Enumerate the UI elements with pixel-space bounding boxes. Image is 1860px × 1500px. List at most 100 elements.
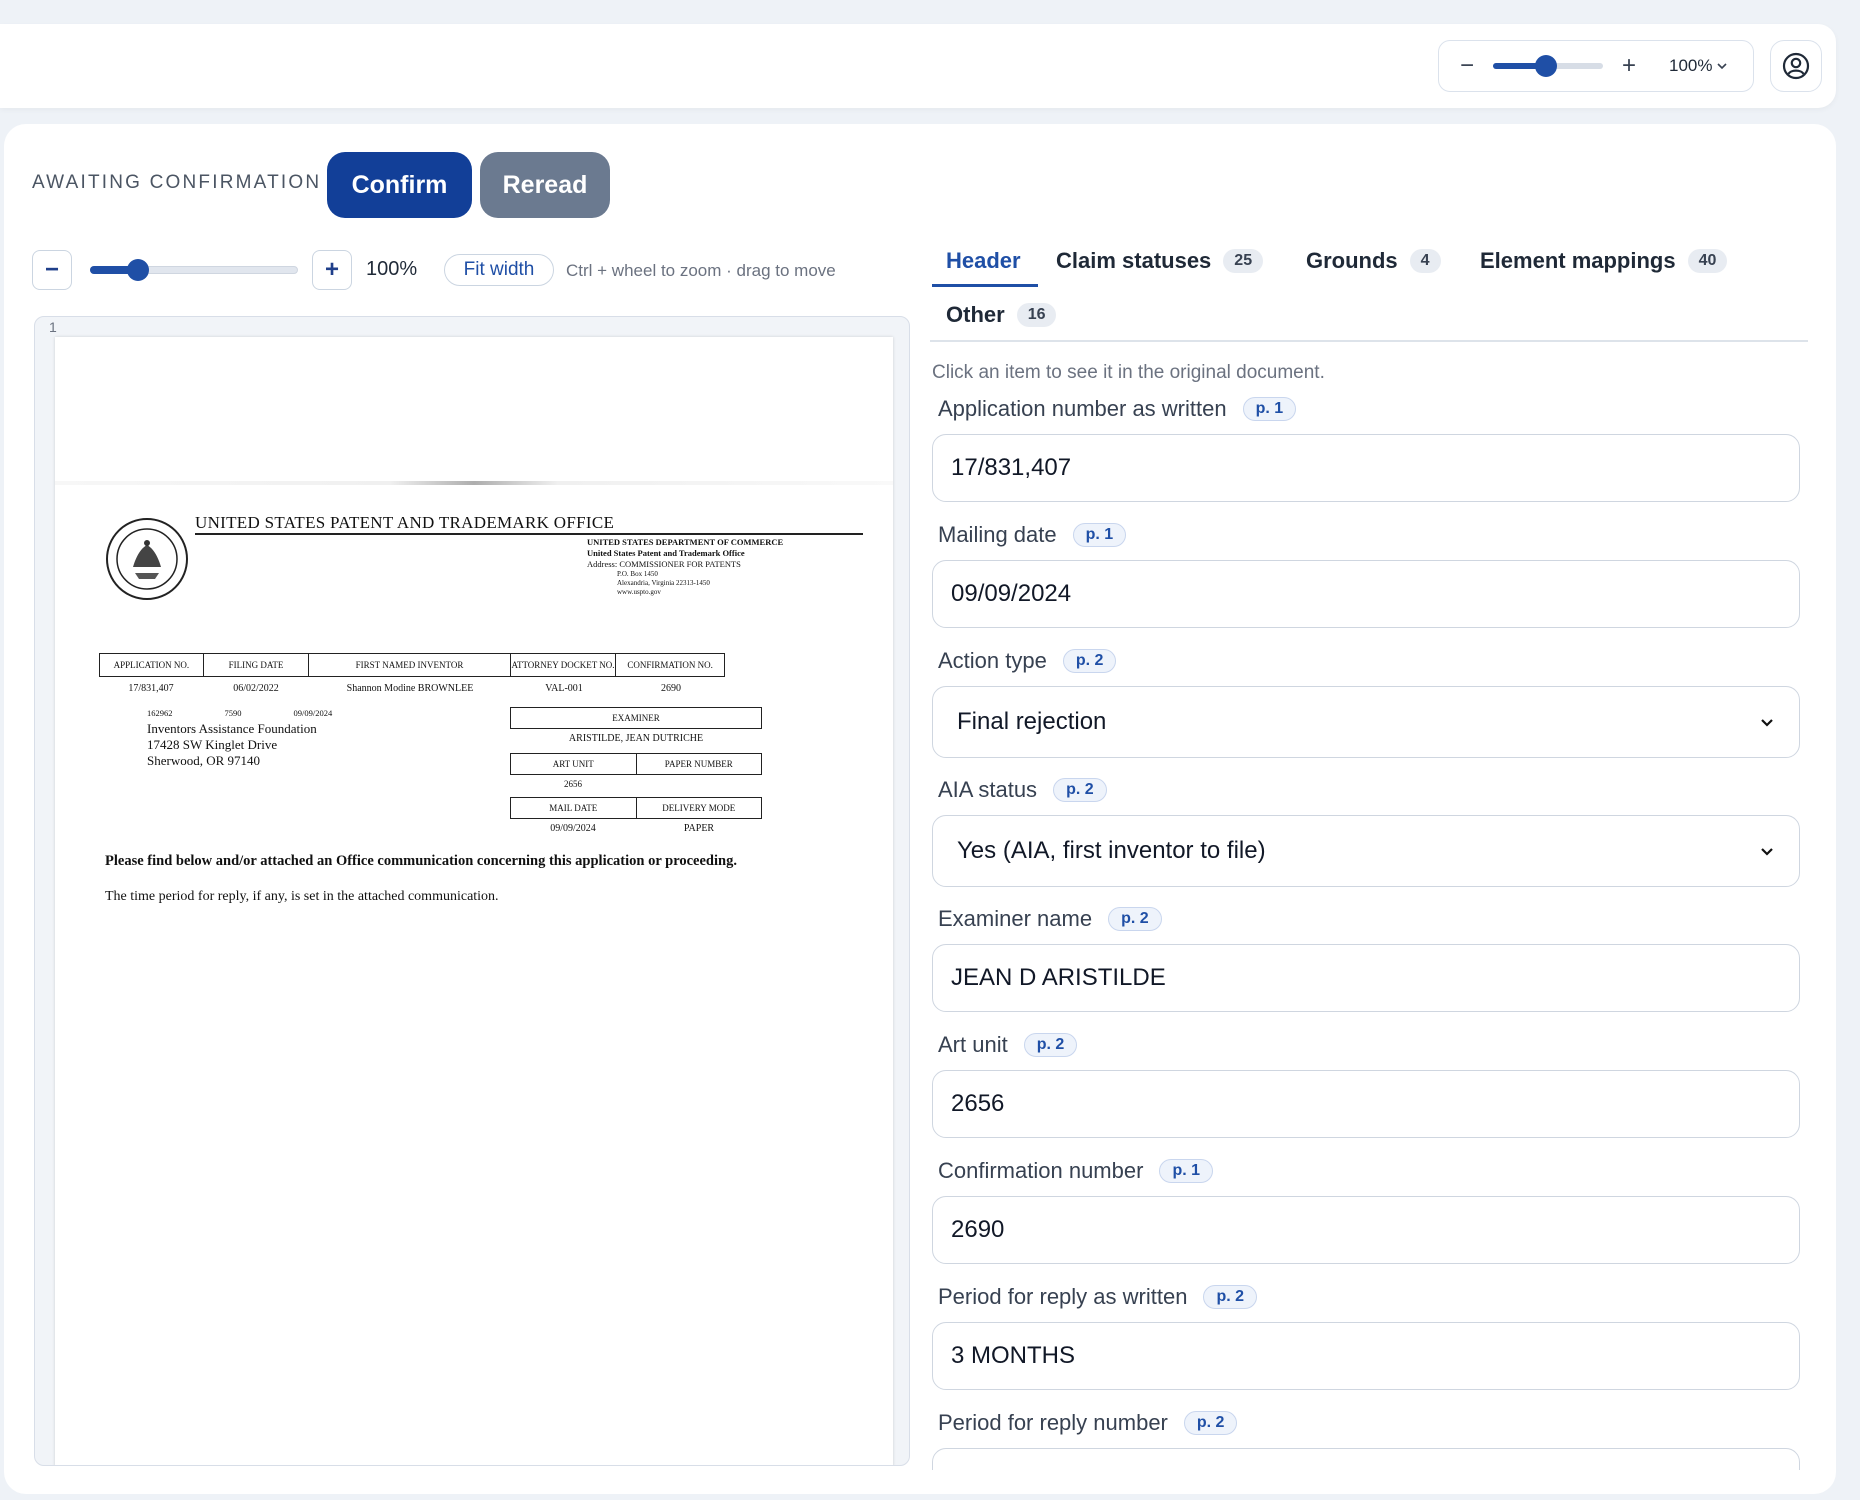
tab-other[interactable]: Other 16 — [946, 302, 1057, 328]
page-ref-badge[interactable]: p. 2 — [1108, 907, 1162, 931]
page-ref-badge[interactable]: p. 2 — [1203, 1285, 1257, 1309]
field-label-text: Confirmation number — [938, 1158, 1144, 1183]
field-label-text: Art unit — [938, 1032, 1008, 1057]
confirmation-number-input[interactable] — [932, 1196, 1800, 1264]
document-viewer[interactable]: 1 UNITED STATES PATENT AND TRADEMARK OFF… — [34, 316, 910, 1466]
tab-label: Grounds — [1306, 248, 1398, 273]
field-label: Period for reply number p. 2 — [938, 1410, 1238, 1436]
art-unit-input[interactable] — [932, 1070, 1800, 1138]
tabs-divider — [930, 340, 1808, 342]
mail-date-value: 09/09/2024 — [550, 823, 596, 834]
examiner-name-input[interactable] — [932, 944, 1800, 1012]
form-hint: Click an item to see it in the original … — [932, 362, 1325, 383]
page-ref-badge[interactable]: p. 2 — [1053, 778, 1107, 802]
field-label: AIA status p. 2 — [938, 777, 1107, 803]
field-label: Mailing date p. 1 — [938, 522, 1127, 548]
action-type-select[interactable]: Final rejection — [932, 686, 1800, 758]
correspondence-address: 162962 7590 09/09/2024 Inventors Assista… — [147, 705, 332, 769]
col-value: Shannon Modine BROWNLEE — [346, 683, 474, 694]
page-ref-badge[interactable]: p. 1 — [1242, 397, 1297, 421]
page-ref-badge[interactable]: p. 1 — [1159, 1159, 1213, 1183]
title-rule — [195, 533, 863, 535]
field-label: Examiner name p. 2 — [938, 906, 1162, 932]
tab-element-mappings[interactable]: Element mappings 40 — [1480, 248, 1728, 274]
global-zoom-out-button[interactable]: − — [1453, 52, 1481, 80]
address-line: 17428 SW Kinglet Drive — [147, 737, 278, 752]
aia-status-select[interactable]: Yes (AIA, first inventor to file) — [932, 815, 1800, 887]
field-label: Confirmation number p. 1 — [938, 1158, 1213, 1184]
address-code: 09/09/2024 — [293, 708, 333, 718]
global-zoom-in-button[interactable]: + — [1615, 52, 1643, 80]
chevron-down-icon — [1717, 63, 1728, 70]
tab-count-badge: 25 — [1223, 249, 1264, 273]
tab-header[interactable]: Header — [946, 248, 1021, 274]
selected-value: Final rejection — [957, 708, 1107, 735]
global-zoom-slider-handle[interactable] — [1535, 55, 1557, 77]
col-header: FILING DATE — [204, 654, 310, 676]
dept-line: Alexandria, Virginia 22313-1450 — [617, 579, 710, 587]
col-value: 06/02/2022 — [233, 683, 279, 694]
mail-date-box: MAIL DATE DELIVERY MODE — [510, 797, 762, 819]
dept-line: United States Patent and Trademark Offic… — [587, 548, 745, 558]
viewer-zoom-slider[interactable] — [90, 250, 298, 290]
header-fields-form: Application number as written p. 1 Maili… — [930, 396, 1810, 1470]
mail-date-label: MAIL DATE — [511, 798, 637, 818]
page-ref-badge[interactable]: p. 1 — [1072, 523, 1127, 547]
address-code: 7590 — [224, 708, 242, 718]
delivery-mode-label: DELIVERY MODE — [662, 803, 736, 813]
viewer-zoom-slider-handle[interactable] — [127, 259, 149, 281]
application-number-input[interactable] — [932, 434, 1800, 502]
office-communication-notice: Please find below and/or attached an Off… — [105, 853, 737, 869]
reread-button[interactable]: Reread — [480, 152, 610, 218]
viewer-zoom-in-button[interactable]: + — [312, 250, 352, 290]
account-button[interactable] — [1770, 40, 1822, 92]
tab-label: Claim statuses — [1056, 248, 1212, 273]
active-tab-indicator — [932, 284, 1038, 287]
field-label: Period for reply as written p. 2 — [938, 1284, 1257, 1310]
fit-width-button[interactable]: Fit width — [444, 254, 554, 286]
col-value: 17/831,407 — [128, 683, 174, 694]
viewer-hint: Ctrl + wheel to zoom · drag to move — [566, 261, 836, 280]
dept-line: P.O. Box 1450 — [617, 570, 658, 578]
viewer-zoom-out-button[interactable]: − — [32, 250, 72, 290]
global-zoom-control: − + 100% — [1438, 40, 1754, 92]
col-header: APPLICATION NO. — [100, 654, 204, 676]
mailing-date-input[interactable] — [932, 560, 1800, 628]
field-label-text: Action type — [938, 648, 1047, 673]
tab-label: Header — [946, 248, 1021, 273]
tab-count-badge: 16 — [1016, 303, 1057, 327]
field-label-text: Period for reply as written — [938, 1284, 1188, 1309]
dept-line: UNITED STATES DEPARTMENT OF COMMERCE — [587, 537, 784, 547]
field-label-text: AIA status — [938, 777, 1038, 802]
field-label: Art unit p. 2 — [938, 1032, 1078, 1058]
period-for-reply-number-input[interactable] — [932, 1448, 1800, 1470]
field-label: Application number as written p. 1 — [938, 396, 1297, 422]
chevron-down-icon — [1761, 848, 1773, 856]
tab-label: Other — [946, 302, 1005, 327]
global-zoom-level: 100% — [1669, 56, 1713, 75]
uspto-seal-icon — [106, 518, 188, 600]
page-ref-badge[interactable]: p. 2 — [1183, 1411, 1238, 1435]
field-label: Action type p. 2 — [938, 648, 1117, 674]
tab-claim-statuses[interactable]: Claim statuses 25 — [1056, 248, 1264, 274]
col-value: 2690 — [661, 683, 681, 694]
confirm-button[interactable]: Confirm — [327, 152, 472, 218]
viewer-zoom-level: 100% — [366, 258, 418, 280]
field-label-text: Examiner name — [938, 906, 1093, 931]
tab-count-badge: 40 — [1687, 249, 1728, 273]
col-value: VAL-001 — [545, 683, 583, 694]
tab-count-badge: 4 — [1409, 249, 1441, 273]
field-label-text: Period for reply number — [938, 1410, 1168, 1435]
address-line: Inventors Assistance Foundation — [147, 721, 317, 736]
document-page[interactable]: UNITED STATES PATENT AND TRADEMARK OFFIC… — [55, 337, 893, 1465]
period-for-reply-input[interactable] — [932, 1322, 1800, 1390]
page-ref-badge[interactable]: p. 2 — [1023, 1033, 1078, 1057]
tab-grounds[interactable]: Grounds 4 — [1306, 248, 1441, 274]
global-zoom-dropdown[interactable]: 100% — [1669, 56, 1728, 76]
global-zoom-slider[interactable] — [1493, 55, 1603, 77]
examiner-box: EXAMINER — [510, 707, 762, 729]
dept-line: www.uspto.gov — [617, 588, 661, 596]
art-unit-value: 2656 — [564, 779, 582, 789]
address-line: Sherwood, OR 97140 — [147, 753, 261, 768]
page-ref-badge[interactable]: p. 2 — [1062, 649, 1117, 673]
